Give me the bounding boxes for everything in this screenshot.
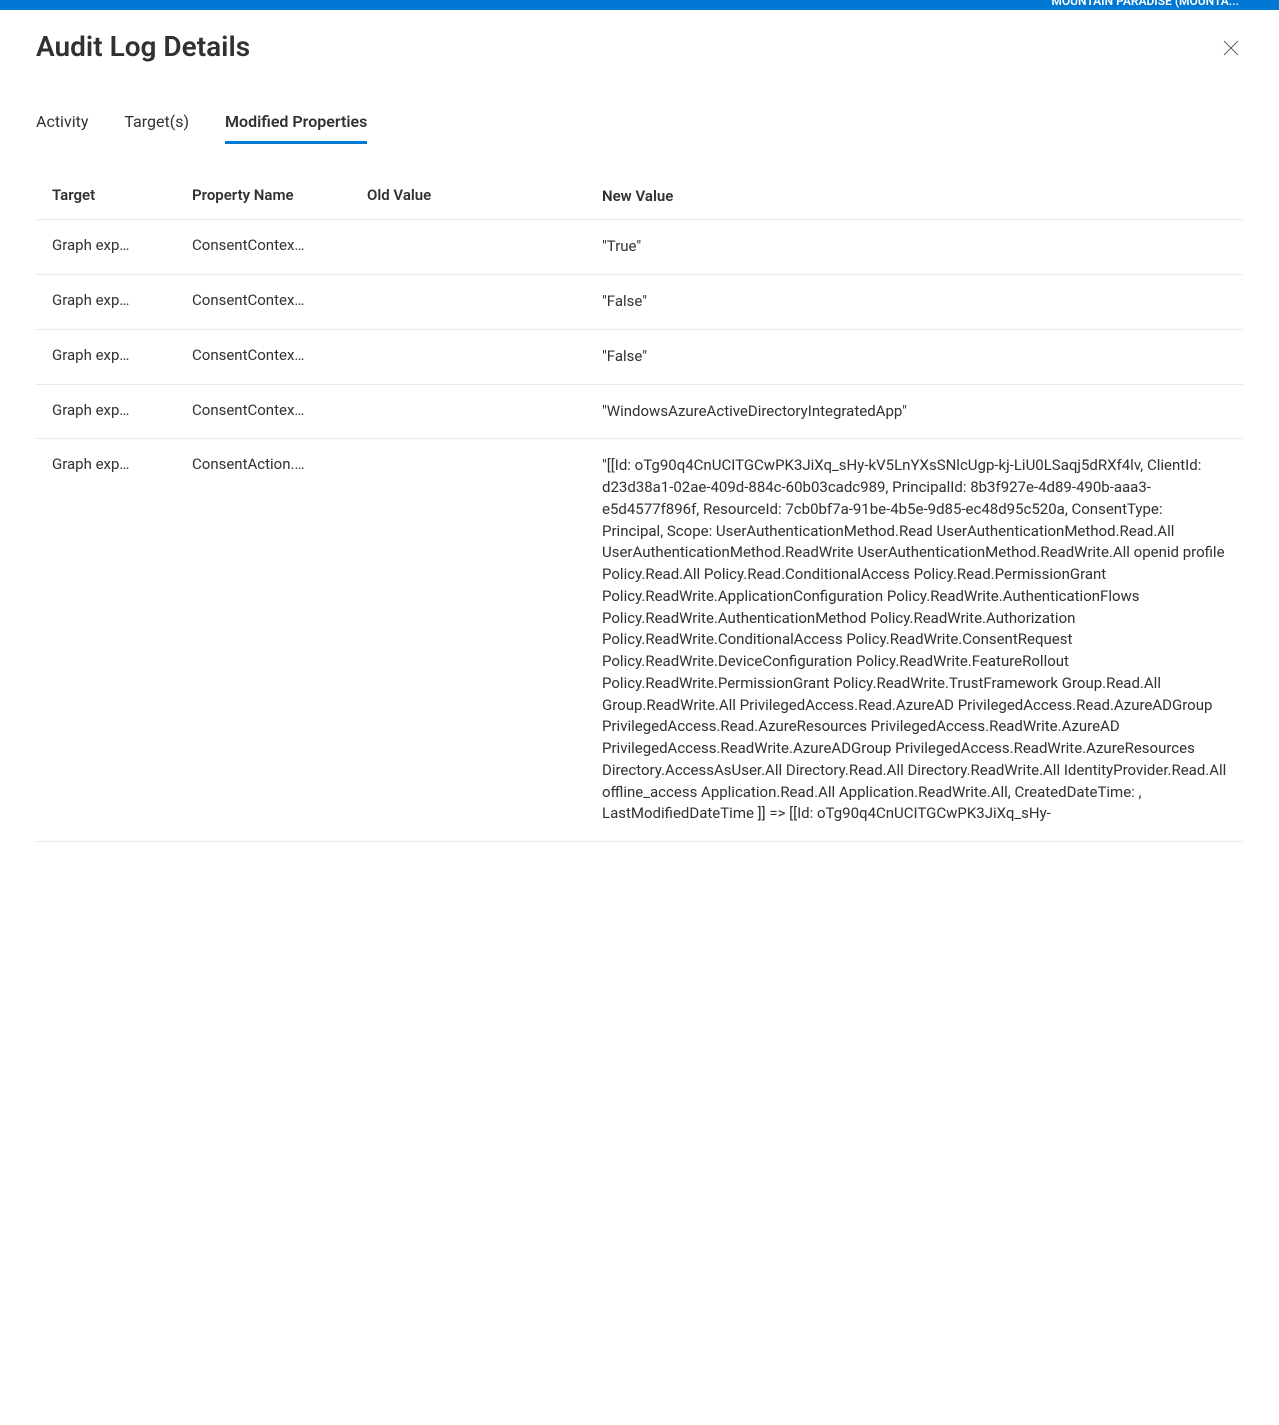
cell-target: Graph exp… xyxy=(52,291,192,309)
page-title: Audit Log Details xyxy=(36,30,250,64)
cell-property-name: ConsentAction.… xyxy=(192,455,367,473)
cell-new-value: "False" xyxy=(602,291,1227,313)
cell-property-name: ConsentContex… xyxy=(192,346,367,364)
table-row[interactable]: Graph exp… ConsentAction.… "[[Id: oTg90q… xyxy=(36,439,1243,842)
tab-modified-properties[interactable]: Modified Properties xyxy=(225,104,367,144)
modified-properties-table: Target Property Name Old Value New Value… xyxy=(36,174,1243,843)
cell-new-value: "False" xyxy=(602,346,1227,368)
close-button[interactable] xyxy=(1219,36,1243,63)
cell-property-name: ConsentContex… xyxy=(192,291,367,309)
header-new-value: New Value xyxy=(602,186,1227,208)
tab-activity[interactable]: Activity xyxy=(36,104,88,144)
cell-target: Graph exp… xyxy=(52,455,192,473)
top-bar: MOUNTAIN PARADISE (MOUNTA... xyxy=(0,0,1279,10)
cell-target: Graph exp… xyxy=(52,401,192,419)
cell-new-value: "[[Id: oTg90q4CnUCITGCwPK3JiXq_sHy-kV5Ln… xyxy=(602,455,1227,825)
audit-log-panel: Audit Log Details Activity Target(s) Mod… xyxy=(0,10,1279,882)
cell-new-value: "True" xyxy=(602,236,1227,258)
header-property-name: Property Name xyxy=(192,186,367,208)
cell-property-name: ConsentContex… xyxy=(192,236,367,254)
header-target: Target xyxy=(52,186,192,208)
close-icon xyxy=(1223,40,1239,60)
cell-target: Graph exp… xyxy=(52,236,192,254)
header-old-value: Old Value xyxy=(367,186,602,208)
table-row[interactable]: Graph exp… ConsentContex… "False" xyxy=(36,330,1243,385)
cell-target: Graph exp… xyxy=(52,346,192,364)
tab-targets[interactable]: Target(s) xyxy=(124,104,189,144)
table-row[interactable]: Graph exp… ConsentContex… "WindowsAzureA… xyxy=(36,385,1243,440)
cell-property-name: ConsentContex… xyxy=(192,401,367,419)
panel-header: Audit Log Details xyxy=(36,30,1243,64)
table-row[interactable]: Graph exp… ConsentContex… "True" xyxy=(36,220,1243,275)
table-row[interactable]: Graph exp… ConsentContex… "False" xyxy=(36,275,1243,330)
table-header-row: Target Property Name Old Value New Value xyxy=(36,174,1243,221)
cell-new-value: "WindowsAzureActiveDirectoryIntegratedAp… xyxy=(602,401,1227,423)
tenant-name: MOUNTAIN PARADISE (MOUNTA... xyxy=(1051,0,1239,8)
tabs: Activity Target(s) Modified Properties xyxy=(36,104,1243,144)
